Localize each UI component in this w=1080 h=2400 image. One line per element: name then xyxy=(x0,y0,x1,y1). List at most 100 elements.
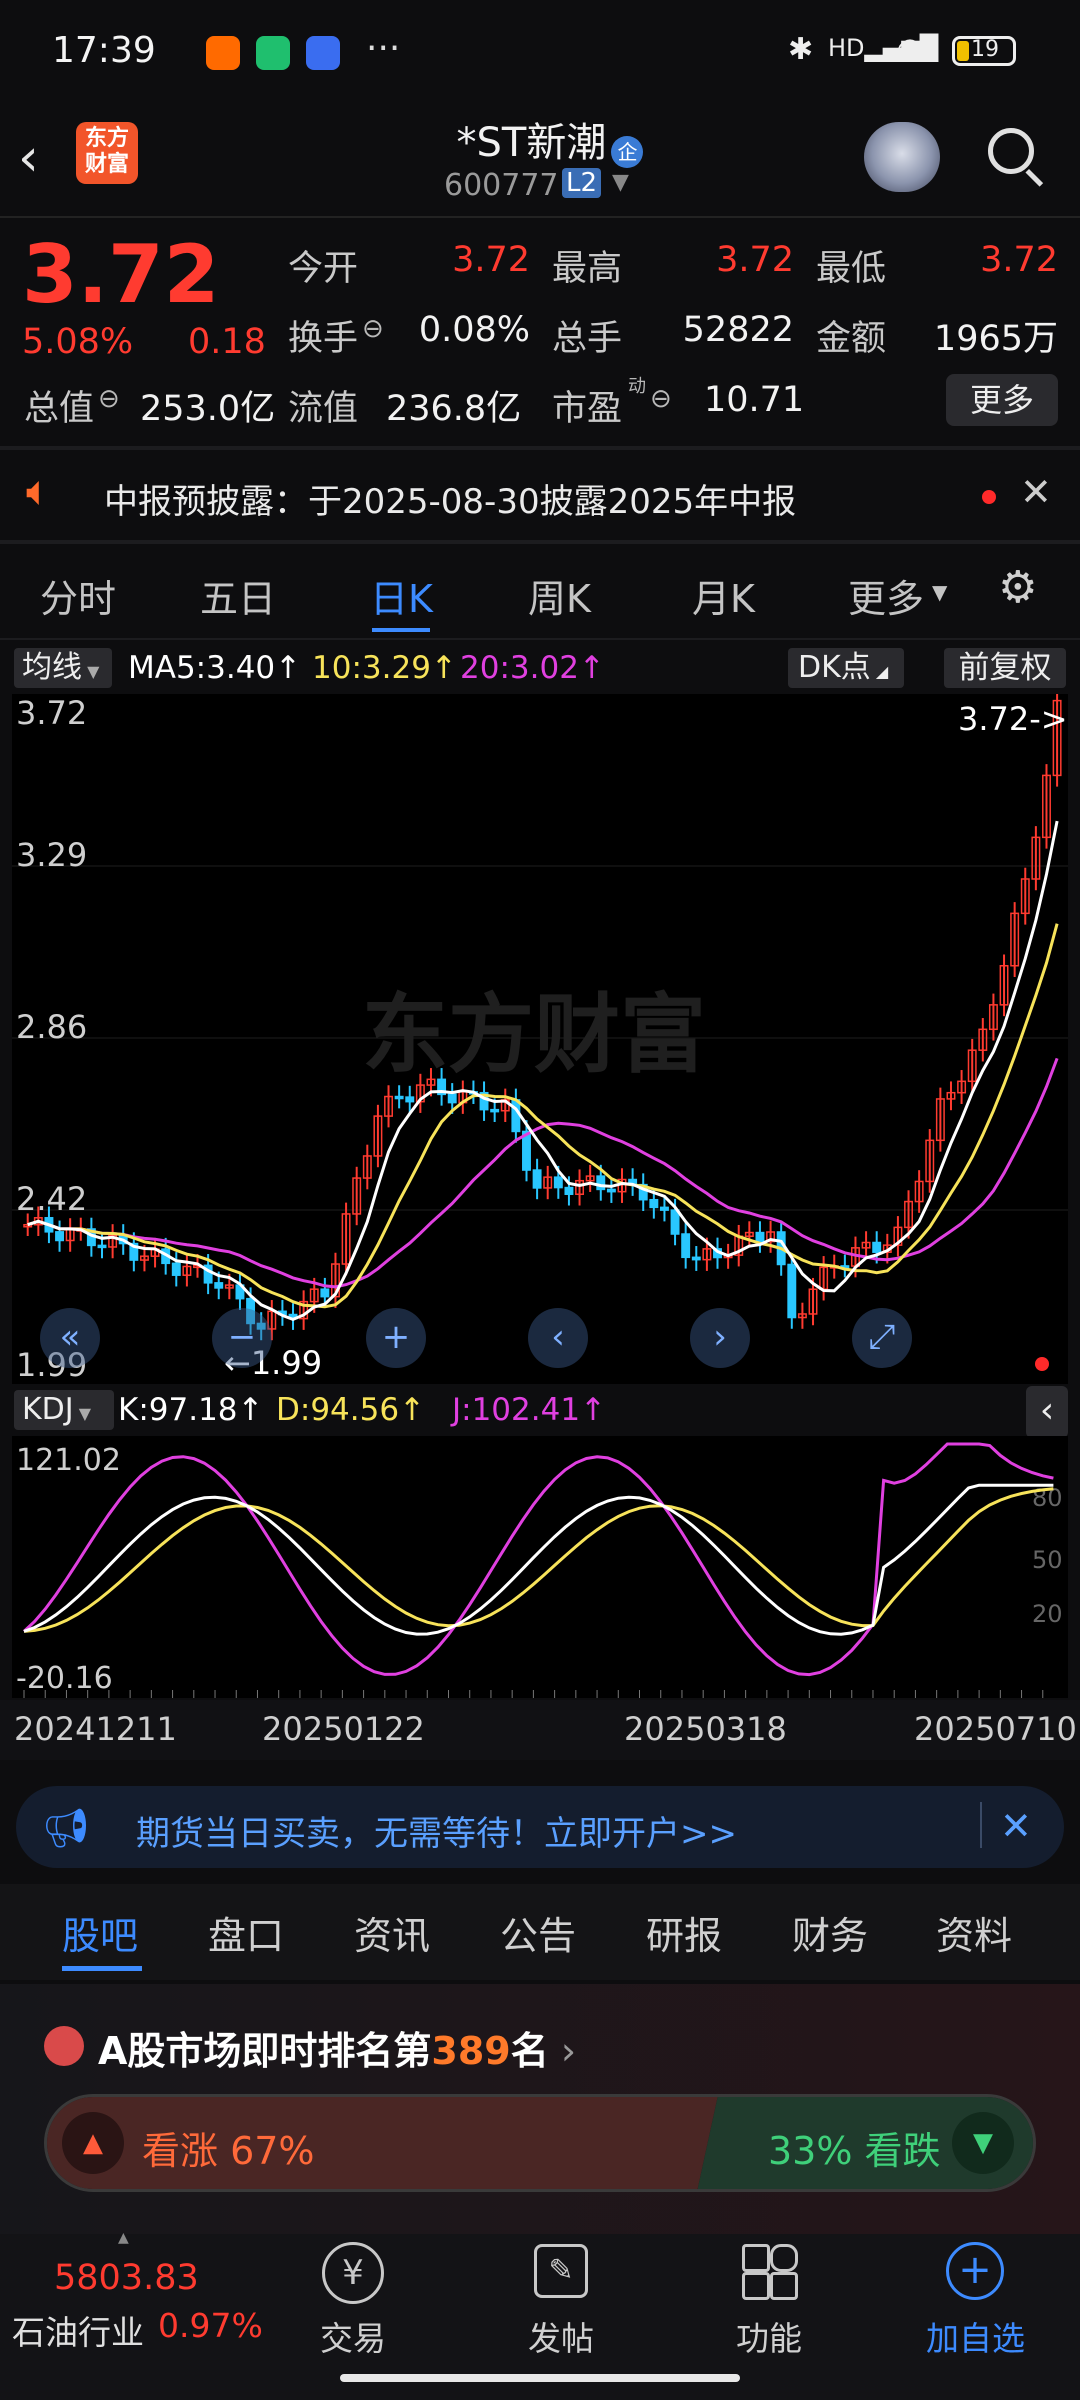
close-icon[interactable]: ✕ xyxy=(1000,1804,1032,1848)
expand-caret-icon[interactable]: ▲ xyxy=(118,2230,129,2246)
robot-assistant-icon[interactable] xyxy=(864,122,940,192)
bullish-label[interactable]: 看涨 67% xyxy=(142,2120,315,2175)
ma-selector[interactable]: 均线 ▼ xyxy=(14,648,112,688)
info-tab[interactable]: 公告 xyxy=(500,1905,576,1960)
nav-add-watchlist[interactable]: 加自选 xyxy=(926,2312,1025,2360)
tab-five-day[interactable]: 五日 xyxy=(200,568,276,623)
scroll-right-icon[interactable]: › xyxy=(690,1308,750,1368)
search-icon[interactable] xyxy=(988,128,1044,187)
collapse-panel-icon[interactable]: ‹ xyxy=(1026,1386,1068,1438)
divider xyxy=(0,446,1080,450)
candle-body xyxy=(755,1231,765,1243)
info-tab[interactable]: 财务 xyxy=(792,1905,868,1960)
change-amount: 0.18 xyxy=(188,322,266,362)
info-circle-icon[interactable]: ⊖ xyxy=(362,314,384,344)
level2-badge[interactable]: L2 xyxy=(562,168,602,198)
bearish-label[interactable]: 33% 看跌 xyxy=(768,2120,941,2175)
tab-monthly[interactable]: 月K xyxy=(692,568,755,623)
info-tab[interactable]: 资讯 xyxy=(354,1905,430,1960)
ma-selector-label: 均线 xyxy=(22,650,82,685)
functions-grid-icon[interactable] xyxy=(742,2244,798,2300)
more-button[interactable]: 更多 xyxy=(946,374,1058,426)
chevron-down-icon[interactable]: ▼ xyxy=(612,170,629,195)
price-label-2: 3.29 xyxy=(16,836,87,874)
info-circle-icon[interactable]: ⊖ xyxy=(650,384,672,414)
candle-body xyxy=(97,1244,107,1249)
info-circle-icon[interactable]: ⊖ xyxy=(98,384,120,414)
info-tab[interactable]: 股吧 xyxy=(62,1905,138,1960)
quote-value: 0.08% xyxy=(418,310,530,350)
kdj-level-20: 20 xyxy=(1032,1600,1063,1628)
more-notifications-icon: ··· xyxy=(366,28,401,69)
ma5-value: MA5:3.40↑ xyxy=(128,650,302,686)
scroll-left-fast-icon[interactable]: « xyxy=(40,1308,100,1368)
industry-name[interactable]: 石油行业 xyxy=(12,2306,144,2354)
settings-gear-icon[interactable]: ⚙ xyxy=(998,562,1037,613)
candle-body xyxy=(511,1099,521,1133)
speaker-icon: 🔈︎ xyxy=(26,466,52,515)
ranking-text[interactable]: A股市场即时排名第389名 › xyxy=(98,2020,576,2075)
quote-label: 最低 xyxy=(816,249,887,289)
info-tab[interactable]: 研报 xyxy=(646,1905,722,1960)
post-edit-icon[interactable]: ✎ xyxy=(534,2244,588,2298)
change-percent: 5.08% xyxy=(22,322,134,362)
bluetooth-icon: ✱ xyxy=(788,32,814,67)
bearish-vote-icon[interactable]: ▼ xyxy=(952,2112,1014,2174)
candle-body xyxy=(681,1233,691,1259)
app-logo: 东方 财富 xyxy=(76,122,138,184)
zoom-in-icon[interactable]: + xyxy=(366,1308,426,1368)
close-icon[interactable]: ✕ xyxy=(1020,470,1052,514)
tab-weekly[interactable]: 周K xyxy=(528,568,591,623)
tab-more[interactable]: 更多 xyxy=(848,568,924,623)
nav-trade[interactable]: 交易 xyxy=(320,2312,386,2360)
adjust-mode-button[interactable]: 前复权 xyxy=(944,648,1066,688)
notice-bar[interactable]: 🔈︎ 中报预披露：于2025-08-30披露2025年中报 ✕ xyxy=(0,452,1080,538)
ad-text: 期货当日买卖，无需等待！立即开户>> xyxy=(136,1814,737,1854)
float-value-label: 流值 xyxy=(288,389,359,429)
last-price: 3.72 xyxy=(22,228,220,321)
bullish-vote-icon[interactable]: ▲ xyxy=(62,2112,124,2174)
total-value-label: 总值 xyxy=(24,389,95,429)
fullscreen-icon[interactable]: ⤢ xyxy=(852,1308,912,1368)
add-watchlist-icon[interactable]: + xyxy=(946,2242,1004,2300)
shield-app-icon xyxy=(256,36,290,70)
pe-value: 10.71 xyxy=(704,380,805,420)
date-label-1: 20241211 xyxy=(14,1710,177,1748)
stock-header: ‹ 东方 财富 *ST新潮 企 600777 L2 ▼ xyxy=(0,110,1080,220)
candle-body xyxy=(649,1198,659,1209)
trade-icon[interactable]: ¥ xyxy=(322,2242,384,2304)
ranking-number: 389 xyxy=(431,2029,511,2073)
candlestick-chart[interactable]: 东方财富 3.72 3.29 2.86 2.42 1.99 3.72-> ←1.… xyxy=(12,694,1068,1384)
total-value: 253.0亿 xyxy=(140,389,276,429)
zoom-out-icon[interactable]: − xyxy=(212,1308,272,1368)
candle-body xyxy=(214,1282,224,1289)
notice-text: 中报预披露：于2025-08-30披露2025年中报 xyxy=(104,482,797,522)
info-tab[interactable]: 资料 xyxy=(936,1905,1012,1960)
kdj-level-50: 50 xyxy=(1032,1546,1063,1574)
tab-minute[interactable]: 分时 xyxy=(40,568,116,623)
industry-index-value[interactable]: 5803.83 xyxy=(54,2258,199,2298)
dk-point-button[interactable]: DK点 ◢ xyxy=(788,648,904,688)
chevron-down-icon[interactable]: ▼ xyxy=(932,580,947,604)
logo-line-2: 财富 xyxy=(84,152,129,177)
info-tab[interactable]: 盘口 xyxy=(208,1905,284,1960)
nav-post[interactable]: 发帖 xyxy=(528,2312,594,2360)
ad-banner[interactable]: 📢︎ 期货当日买卖，无需等待！立即开户>> ✕ xyxy=(16,1786,1064,1868)
ma20-label: 20:3.02 xyxy=(460,650,579,686)
back-arrow-icon[interactable]: ‹ xyxy=(18,128,39,188)
indicator-selector[interactable]: KDJ ▼ xyxy=(14,1390,114,1430)
title-block[interactable]: *ST新潮 企 xyxy=(440,110,660,168)
stock-name: *ST新潮 xyxy=(456,120,607,166)
guba-panel: A股市场即时排名第389名 › ▲ 看涨 67% 33% 看跌 ▼ xyxy=(0,1984,1080,2234)
logo-line-1: 东方 xyxy=(84,126,129,151)
nav-functions[interactable]: 功能 xyxy=(736,2312,802,2360)
kdj-chart[interactable]: 121.02 -20.16 80 50 20 xyxy=(12,1436,1068,1698)
price-label-4: 2.42 xyxy=(16,1180,87,1218)
home-indicator xyxy=(340,2374,740,2382)
megaphone-icon: 📢︎ xyxy=(42,1806,91,1850)
price-label-top: 3.72 xyxy=(16,694,87,732)
tab-daily[interactable]: 日K xyxy=(370,568,433,623)
kdj-d-value: D:94.56↑ xyxy=(276,1392,426,1428)
candle-body xyxy=(320,1288,330,1298)
scroll-left-icon[interactable]: ‹ xyxy=(528,1308,588,1368)
